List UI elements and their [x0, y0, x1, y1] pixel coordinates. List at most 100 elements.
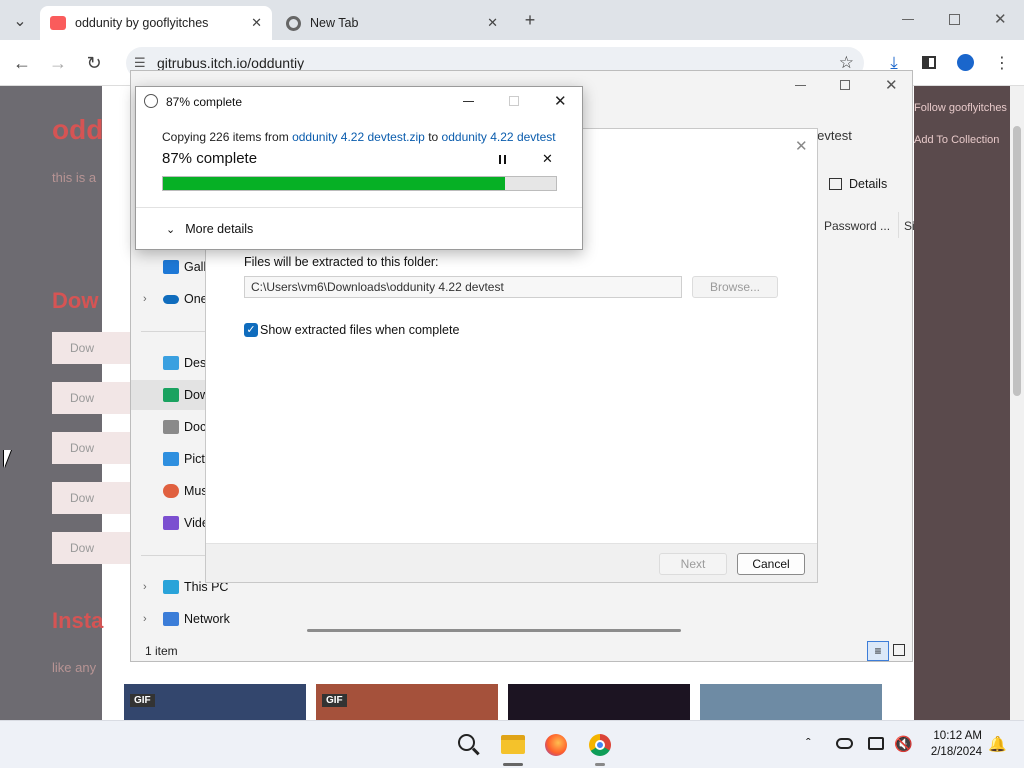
tab-new-tab[interactable]: New Tab ✕: [276, 6, 508, 40]
status-bar-item-count: 1 item: [145, 644, 178, 658]
copy-to: to: [428, 130, 439, 144]
reload-icon[interactable]: ↻: [83, 53, 105, 74]
minimize-icon[interactable]: [463, 101, 474, 102]
restore-icon[interactable]: [949, 14, 960, 25]
expand-chevron-icon[interactable]: ›: [143, 581, 147, 593]
source-link[interactable]: oddunity 4.22 devtest.zip: [292, 130, 425, 144]
maximize-icon[interactable]: [509, 96, 519, 106]
this-pc-icon: [163, 580, 179, 594]
progress-bar-fill: [163, 177, 505, 190]
extract-folder-path-input[interactable]: C:\Users\vm6\Downloads\oddunity 4.22 dev…: [244, 276, 682, 298]
download-button[interactable]: Dow: [52, 432, 132, 464]
clock-date[interactable]: 2/18/2024: [922, 746, 982, 758]
add-to-collection-link[interactable]: Add To Collection: [914, 134, 999, 146]
column-header-password[interactable]: Password ...: [824, 219, 890, 233]
details-view-icon[interactable]: ≡: [867, 641, 889, 661]
chrome-icon-center: [595, 740, 605, 750]
tab-close-icon[interactable]: ✕: [487, 15, 498, 31]
back-arrow-icon[interactable]: ←: [11, 53, 33, 74]
details-button[interactable]: Details: [829, 177, 887, 191]
large-icons-view-icon[interactable]: [893, 644, 905, 656]
menu-kebab-icon[interactable]: ⋮: [991, 53, 1013, 73]
follow-link[interactable]: Follow gooflyitches: [914, 102, 1007, 114]
tab-close-icon[interactable]: ✕: [251, 15, 262, 31]
download-button[interactable]: Dow: [52, 332, 132, 364]
music-icon: [163, 484, 179, 498]
chevron-up-icon[interactable]: ˆ: [806, 735, 811, 751]
column-divider: [898, 212, 899, 238]
stop-icon[interactable]: ✕: [542, 151, 553, 167]
percent-heading: 87% complete: [162, 150, 258, 167]
network-icon: [163, 612, 179, 626]
extract-folder-label: Files will be extracted to this folder:: [244, 255, 439, 269]
expand-chevron-icon[interactable]: ›: [143, 613, 147, 625]
game-screenshot[interactable]: [508, 684, 690, 720]
next-button[interactable]: Next: [659, 553, 727, 575]
copy-progress-dialog: 87% complete ✕ Copying 226 items from od…: [135, 86, 583, 250]
expand-chevron-icon[interactable]: ›: [143, 293, 147, 305]
mouse-cursor-icon: [4, 450, 11, 468]
nav-item-network[interactable]: › Network: [131, 604, 271, 634]
tab-label: oddunity by gooflyitches: [75, 16, 209, 30]
search-icon-handle: [472, 747, 480, 755]
minimize-icon[interactable]: [795, 85, 806, 86]
forward-arrow-icon[interactable]: →: [47, 53, 69, 74]
details-label: Details: [849, 177, 888, 191]
show-files-checkbox[interactable]: ✓: [244, 323, 258, 337]
videos-icon: [163, 516, 179, 530]
close-window-icon[interactable]: ✕: [994, 10, 1007, 28]
show-files-label[interactable]: Show extracted files when complete: [260, 323, 459, 337]
install-text: like any: [52, 660, 97, 675]
clock-time[interactable]: 10:12 AM: [928, 730, 982, 742]
browser-tab-strip: ⌄ oddunity by gooflyitches ✕ New Tab ✕ +…: [0, 0, 1024, 40]
close-icon[interactable]: ✕: [885, 76, 898, 94]
gif-badge: GIF: [130, 694, 155, 707]
notification-bell-icon[interactable]: 🔔: [988, 735, 1007, 753]
new-tab-plus-icon[interactable]: +: [519, 10, 541, 31]
game-title: odd: [52, 114, 104, 145]
volume-muted-icon[interactable]: 🔇: [894, 735, 913, 753]
network-status-icon[interactable]: [836, 738, 853, 749]
game-screenshot[interactable]: GIF: [316, 684, 498, 720]
download-button[interactable]: Dow: [52, 532, 132, 564]
more-details-label: More details: [185, 222, 254, 236]
close-icon[interactable]: ✕: [795, 137, 808, 155]
game-screenshot[interactable]: GIF: [124, 684, 306, 720]
active-app-indicator: [503, 763, 523, 766]
details-pane-icon: [829, 178, 842, 190]
nav-label: Network: [184, 612, 230, 626]
display-icon[interactable]: [868, 737, 884, 750]
close-icon[interactable]: ✕: [554, 92, 567, 110]
cancel-button[interactable]: Cancel: [737, 553, 805, 575]
file-explorer-taskbar-icon[interactable]: [501, 735, 525, 754]
pictures-icon: [163, 452, 179, 466]
downloads-heading: Dow: [52, 288, 99, 313]
profile-avatar-icon[interactable]: [957, 54, 974, 71]
horizontal-scrollbar[interactable]: [307, 629, 681, 632]
download-button[interactable]: Dow: [52, 382, 132, 414]
chrome-taskbar-icon[interactable]: [589, 734, 611, 756]
firefox-taskbar-icon[interactable]: [545, 734, 567, 756]
game-screenshot[interactable]: [700, 684, 882, 720]
minimize-icon[interactable]: [902, 19, 914, 20]
browse-button[interactable]: Browse...: [692, 276, 778, 298]
pause-icon[interactable]: [499, 155, 506, 164]
onedrive-icon: [163, 294, 179, 304]
progress-bar: [162, 176, 557, 191]
side-panel-icon[interactable]: [922, 56, 936, 69]
maximize-icon[interactable]: [840, 80, 850, 90]
chrome-icon: [286, 15, 301, 31]
tab-oddunity[interactable]: oddunity by gooflyitches ✕: [40, 6, 272, 40]
destination-link[interactable]: oddunity 4.22 devtest: [442, 130, 556, 144]
more-details-toggle[interactable]: ⌄ More details: [166, 222, 253, 236]
dialog-footer: Next Cancel: [206, 543, 817, 582]
column-header-size[interactable]: Si: [904, 219, 915, 233]
scrollbar-thumb[interactable]: [1013, 126, 1021, 396]
tab-search-icon[interactable]: ⌄: [9, 11, 31, 31]
download-button[interactable]: Dow: [52, 482, 132, 514]
downloads-icon: [163, 388, 179, 402]
copy-summary: Copying 226 items from oddunity 4.22 dev…: [162, 130, 556, 144]
gif-badge: GIF: [322, 694, 347, 707]
page-scrollbar[interactable]: [1010, 86, 1024, 720]
game-tagline: this is a: [52, 170, 97, 185]
